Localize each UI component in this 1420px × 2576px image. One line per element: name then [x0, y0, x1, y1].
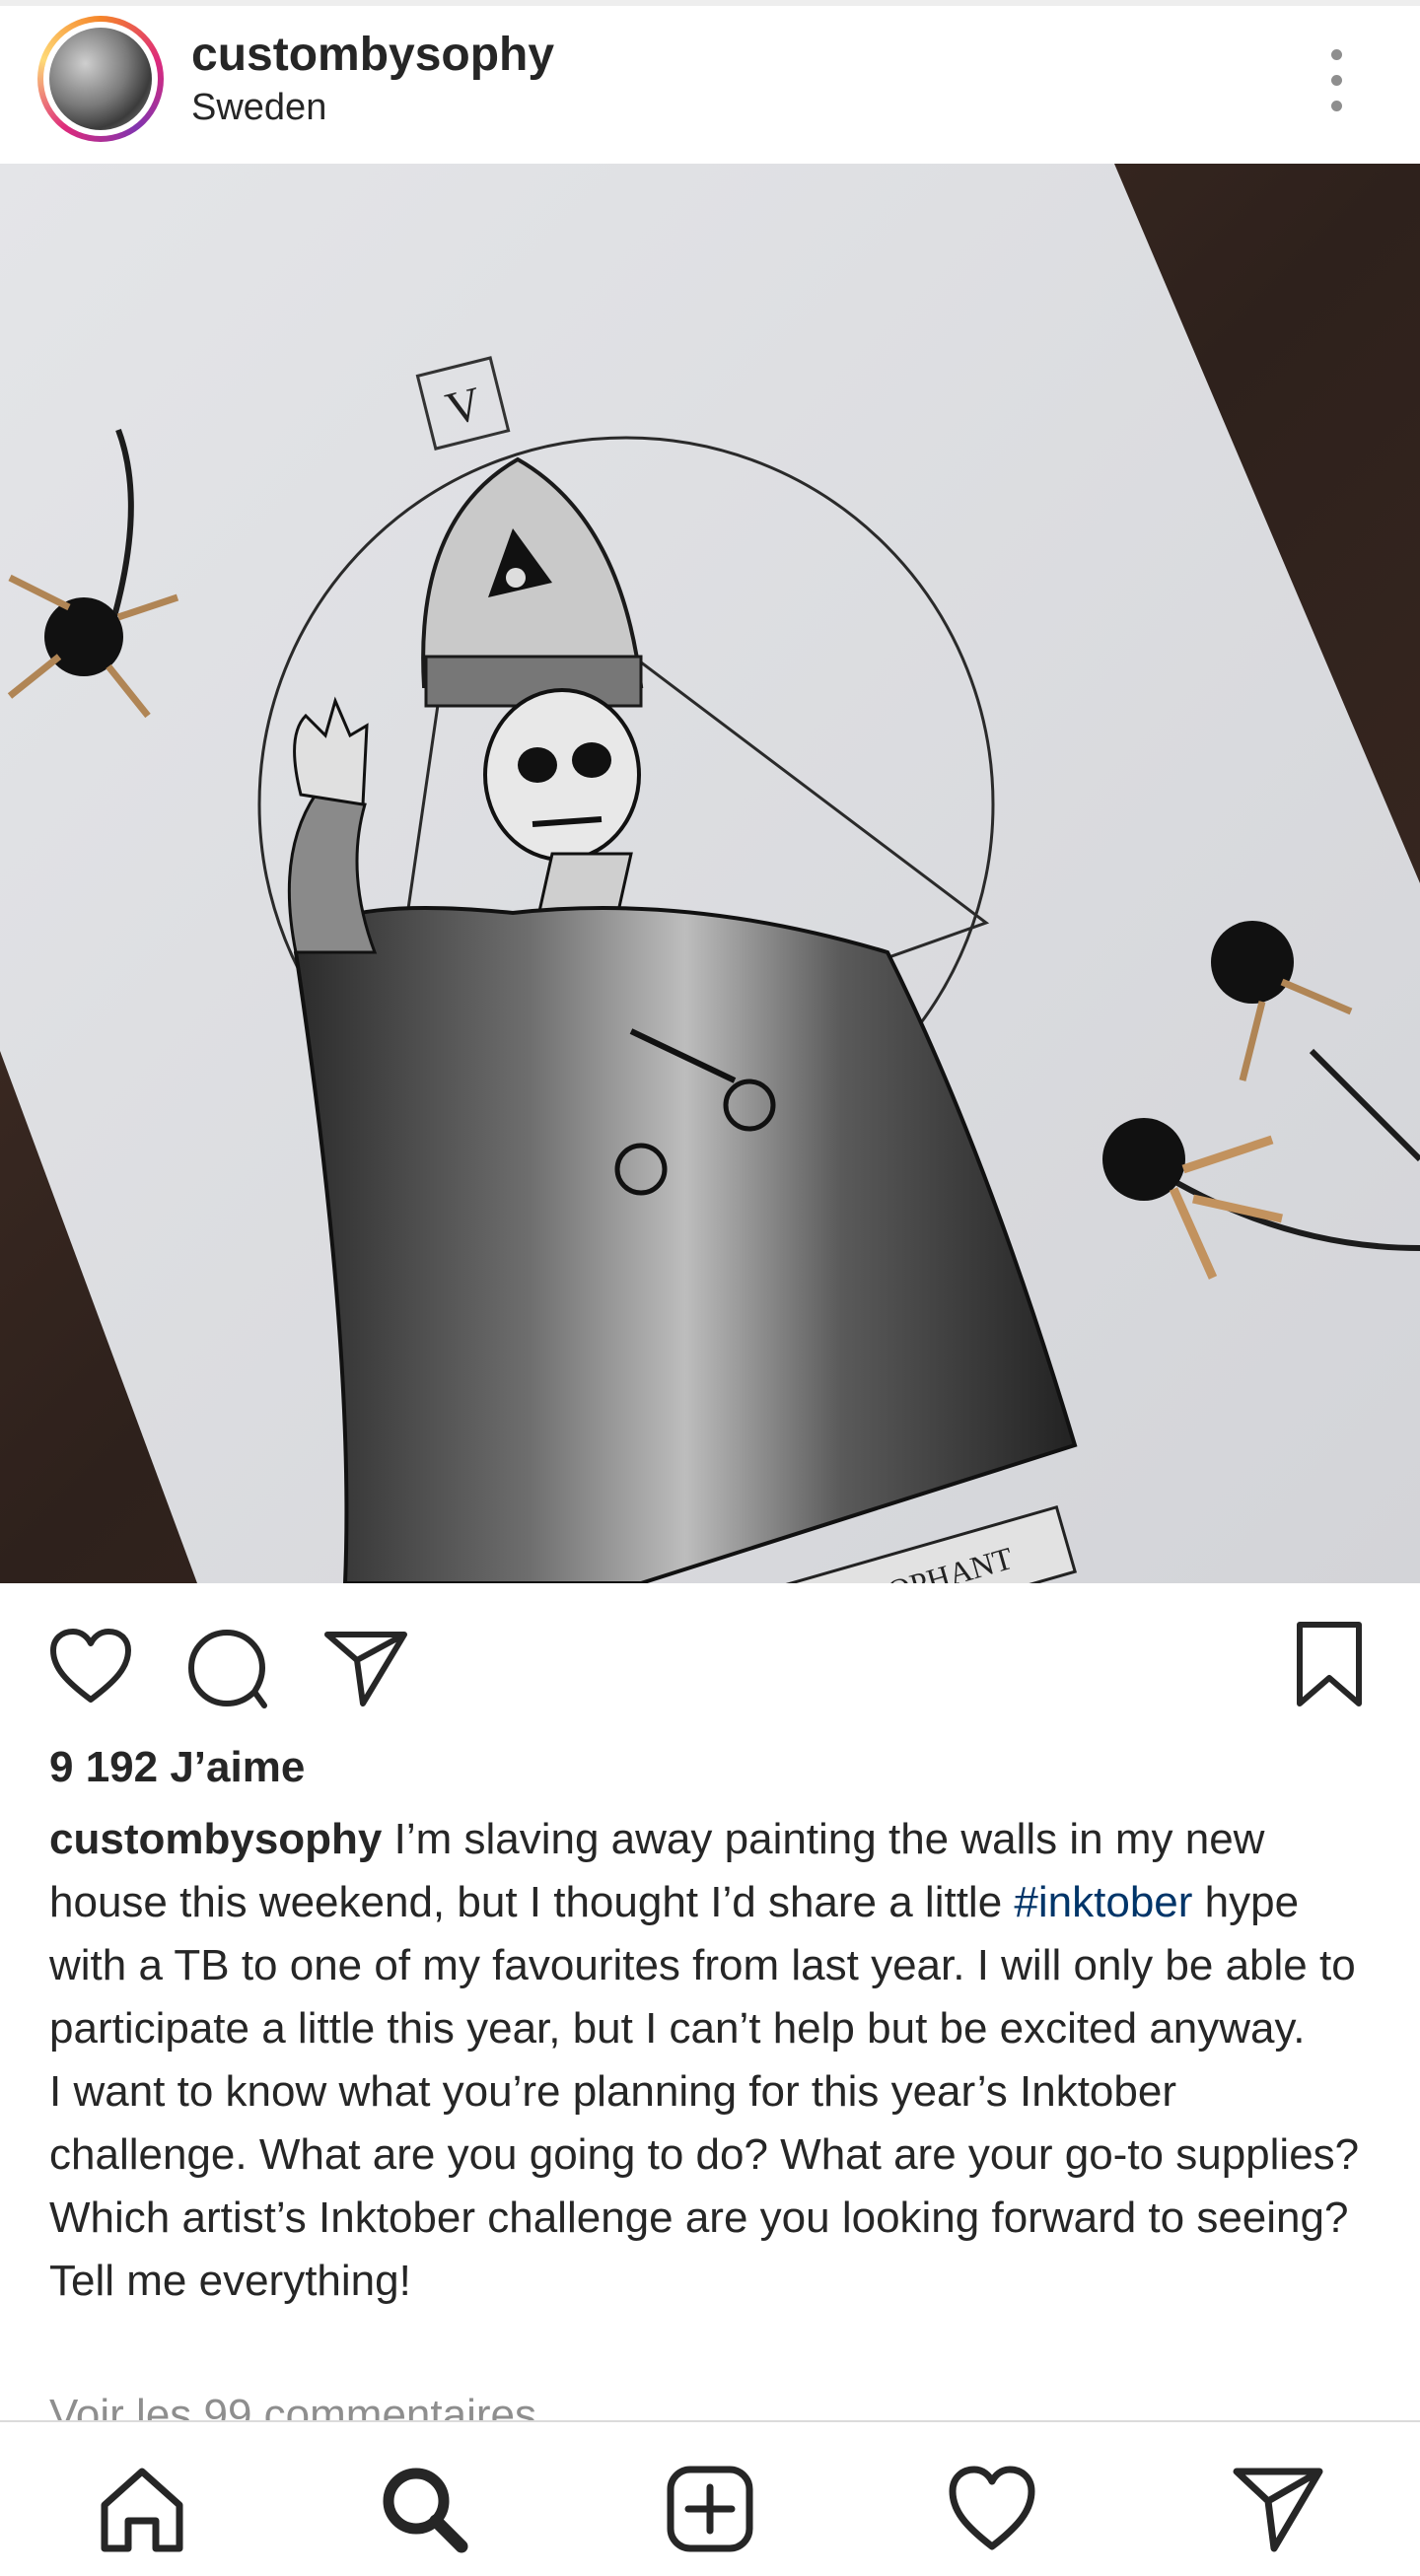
- post-image[interactable]: V THE HIEROPHANT: [0, 164, 1420, 1583]
- post-location[interactable]: Sweden: [191, 87, 326, 129]
- post-header: custombysophy Sweden: [0, 6, 1420, 164]
- search-icon[interactable]: [377, 2462, 471, 2556]
- comment-icon[interactable]: [185, 1627, 270, 1711]
- artwork-illustration: V THE HIEROPHANT: [0, 164, 1420, 1583]
- direct-send-icon[interactable]: [1231, 2462, 1325, 2556]
- more-vertical-icon[interactable]: [1315, 45, 1359, 114]
- home-icon[interactable]: [95, 2462, 189, 2556]
- post-username[interactable]: custombysophy: [191, 28, 554, 82]
- caption-paragraph-2: I want to know what you’re planning for …: [49, 2067, 1360, 2305]
- avatar-frame: [43, 22, 158, 136]
- bookmark-icon[interactable]: [1294, 1621, 1365, 1707]
- avatar: [49, 28, 152, 130]
- hashtag-link[interactable]: #inktober: [1014, 1878, 1192, 1926]
- like-count[interactable]: 9 192 J’aime: [49, 1743, 305, 1792]
- bottom-navigation: [0, 2420, 1420, 2576]
- post-caption: custombysophy I’m slaving away painting …: [49, 1808, 1371, 2313]
- activity-heart-icon[interactable]: [945, 2462, 1039, 2556]
- view-comments-link[interactable]: Voir les 99 commentaires: [49, 2384, 536, 2421]
- avatar-story-ring[interactable]: [37, 16, 164, 142]
- send-icon[interactable]: [323, 1629, 408, 1707]
- add-post-icon[interactable]: [663, 2462, 757, 2556]
- post-actions: [0, 1583, 1420, 1731]
- heart-icon[interactable]: [47, 1627, 134, 1706]
- caption-username[interactable]: custombysophy: [49, 1815, 382, 1863]
